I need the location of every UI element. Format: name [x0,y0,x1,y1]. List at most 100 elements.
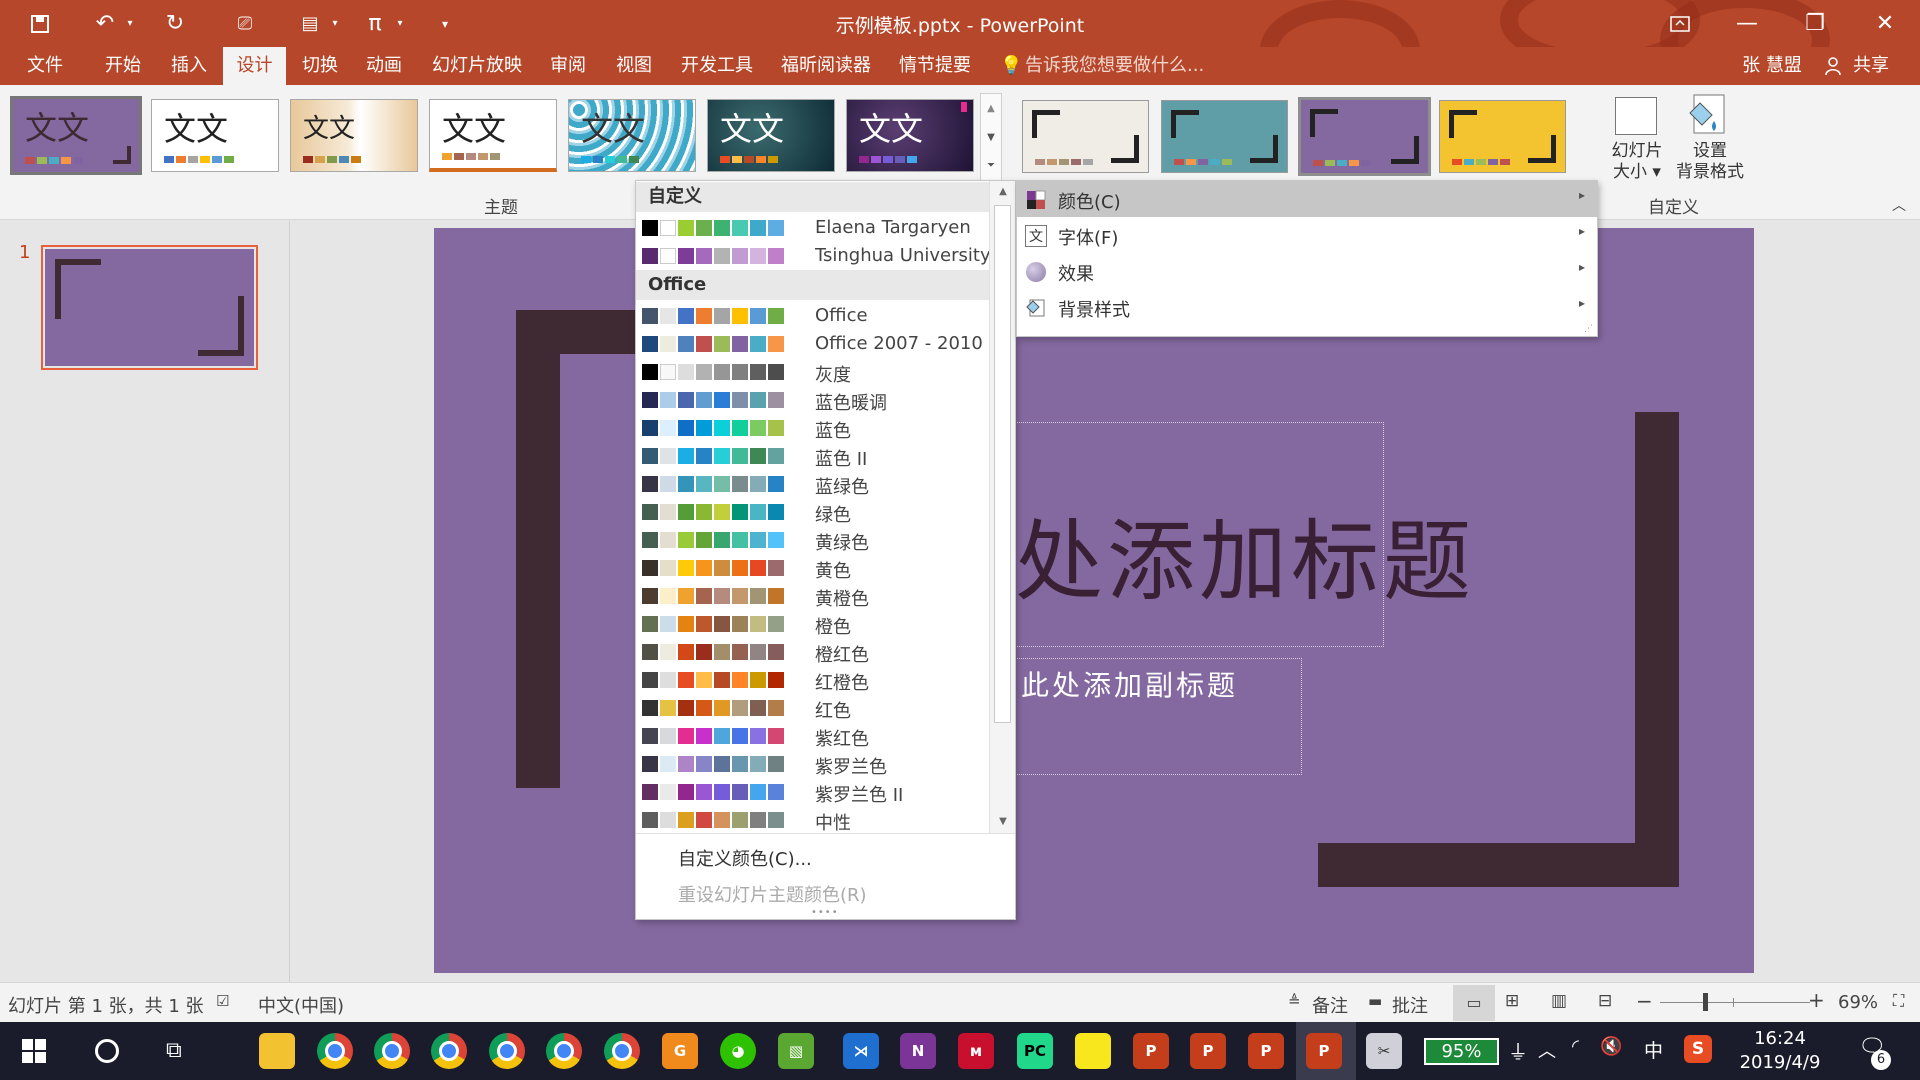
share-person-icon[interactable] [1820,47,1846,85]
notes-button[interactable]: 备注 [1312,992,1348,1018]
chrome-icon[interactable] [604,1033,640,1069]
scroll-down-icon[interactable]: ▼ [990,811,1016,833]
color-scheme-item[interactable]: 紫红色 [636,722,989,750]
chrome-icon[interactable] [431,1033,467,1069]
theme-office[interactable]: 文文 [151,99,279,172]
color-scheme-item[interactable]: 红色 [636,694,989,722]
variant-3-selected[interactable] [1298,97,1431,176]
sogou-ime-icon[interactable]: S [1684,1035,1712,1063]
tab-foxit-reader[interactable]: 福昕阅读器 [774,47,878,85]
theme-facet[interactable]: 文文 [429,99,557,172]
tab-transitions[interactable]: 切换 [293,47,347,85]
powerpoint-icon[interactable]: P [1133,1033,1169,1069]
gallery-up-icon[interactable]: ▲ [981,94,1001,123]
spell-check-icon[interactable]: ☑ [216,992,229,1010]
ribbon-display-icon[interactable] [1650,0,1710,47]
color-scheme-item[interactable]: Office 2007 - 2010 [636,330,989,358]
color-scheme-item[interactable]: 黄橙色 [636,582,989,610]
theme-pattern[interactable]: 文文 [568,99,696,172]
tab-slideshow[interactable]: 幻灯片放映 [425,47,529,85]
collapse-ribbon-icon[interactable]: ︿ [1892,195,1906,215]
close-icon[interactable]: ✕ [1855,0,1915,47]
color-scheme-item[interactable]: 绿色 [636,498,989,526]
scroll-thumb[interactable] [994,205,1011,723]
powerpoint-icon[interactable]: P [1248,1033,1284,1069]
color-scheme-item[interactable]: 紫罗兰色 [636,750,989,778]
slide-size-button[interactable]: 幻灯片 大小 ▾ [1604,141,1670,183]
powerpoint-icon[interactable]: P [1190,1033,1226,1069]
colors-scrollbar[interactable]: ▲ ▼ [989,181,1015,833]
wechat-icon[interactable]: ◕ [720,1033,756,1069]
chrome-icon[interactable] [317,1033,353,1069]
zoom-out-icon[interactable]: − [1636,989,1653,1013]
windows-start-icon[interactable] [22,1039,46,1063]
color-scheme-item[interactable]: 橙色 [636,610,989,638]
tab-review[interactable]: 审阅 [541,47,595,85]
resize-grip-icon[interactable]: ⋰ [1584,324,1593,334]
color-scheme-item[interactable]: 紫罗兰色 II [636,778,989,806]
input-method-indicator[interactable]: 中 [1644,1036,1663,1063]
zoom-level[interactable]: 69% [1838,992,1878,1013]
color-scheme-item[interactable]: 黄绿色 [636,526,989,554]
menu-item-fonts[interactable]: 文 字体(F) ▸ [1017,217,1597,253]
menu-item-colors[interactable]: 颜色(C) ▸ [1017,181,1597,217]
onenote-icon[interactable]: N [900,1033,936,1069]
tab-developer[interactable]: 开发工具 [673,47,761,85]
chrome-icon[interactable] [546,1033,582,1069]
show-hidden-icons[interactable]: ︿ [1538,1037,1556,1063]
tab-storyboarding[interactable]: 情节提要 [891,47,979,85]
gallery-more-icon[interactable]: ⏷ [981,152,1001,180]
theme-current[interactable]: 文文 [10,96,142,175]
language-indicator[interactable]: 中文(中国) [258,992,344,1018]
color-scheme-item[interactable]: 红橙色 [636,666,989,694]
task-view-icon[interactable]: ⧉ [166,1038,182,1063]
chrome-icon[interactable] [489,1033,525,1069]
cortana-search-icon[interactable] [95,1039,119,1063]
user-name[interactable]: 张 慧盟 [1736,47,1808,85]
battery-percentage[interactable]: 95% [1424,1038,1499,1065]
zoom-slider-thumb[interactable] [1703,993,1708,1011]
tab-home[interactable]: 开始 [96,47,150,85]
color-scheme-item[interactable]: 黄色 [636,554,989,582]
slide-canvas[interactable]: 处添加标题 此处添加副标题 [434,228,1754,973]
comments-button[interactable]: 批注 [1392,992,1428,1018]
color-scheme-item[interactable]: Office [636,302,989,330]
slide-sorter-icon[interactable]: ⊞ [1505,991,1519,1011]
color-scheme-item[interactable]: Tsinghua University [636,242,991,270]
sticky-notes-icon[interactable] [1075,1033,1111,1069]
tab-animations[interactable]: 动画 [357,47,411,85]
theme-dark-purple[interactable]: 文文 [846,99,974,172]
menu-item-background-styles[interactable]: 背景样式 ▸ [1017,289,1597,325]
reading-view-icon[interactable]: ▥ [1551,991,1567,1011]
slide-count[interactable]: 幻灯片 第 1 张，共 1 张 [8,992,204,1018]
zoom-slider[interactable] [1660,1002,1810,1003]
power-plug-icon[interactable]: ⏚ [1508,1036,1528,1065]
snipping-tool-icon[interactable]: ✂ [1366,1033,1402,1069]
tell-me-search[interactable]: 告诉我您想要做什么... [1025,47,1245,85]
slideshow-view-icon[interactable]: ⊟ [1598,991,1612,1011]
color-scheme-item[interactable]: Elaena Targaryen [636,214,989,242]
vscode-icon[interactable]: ⋊ [843,1033,879,1069]
foxit-pdf-icon[interactable]: G [662,1033,698,1069]
file-explorer-icon[interactable] [259,1033,295,1069]
picture-viewer-icon[interactable]: ▧ [778,1033,814,1069]
powerpoint-icon-active[interactable]: P [1306,1033,1342,1069]
variant-1[interactable] [1022,100,1149,173]
pycharm-icon[interactable]: PC [1017,1033,1053,1069]
color-scheme-item[interactable]: 蓝色 II [636,442,989,470]
fit-to-window-icon[interactable]: ⛶ [1893,991,1904,1011]
notes-icon[interactable]: ≜ [1288,992,1301,1010]
color-scheme-item[interactable]: 蓝色暖调 [636,386,989,414]
wifi-icon[interactable]: ◜ [1572,1036,1579,1057]
variant-2[interactable] [1161,100,1288,173]
restore-icon[interactable]: ❐ [1785,0,1845,47]
comments-icon[interactable]: ▬ [1368,992,1382,1010]
scroll-up-icon[interactable]: ▲ [990,181,1016,203]
chrome-icon[interactable] [374,1033,410,1069]
gallery-down-icon[interactable]: ▼ [981,123,1001,152]
theme-wood[interactable]: 文文 [290,99,418,172]
tab-insert[interactable]: 插入 [162,47,216,85]
tab-file[interactable]: 文件 [18,47,72,85]
tab-design[interactable]: 设计 [223,47,286,85]
theme-dark-teal[interactable]: 文文 [707,99,835,172]
